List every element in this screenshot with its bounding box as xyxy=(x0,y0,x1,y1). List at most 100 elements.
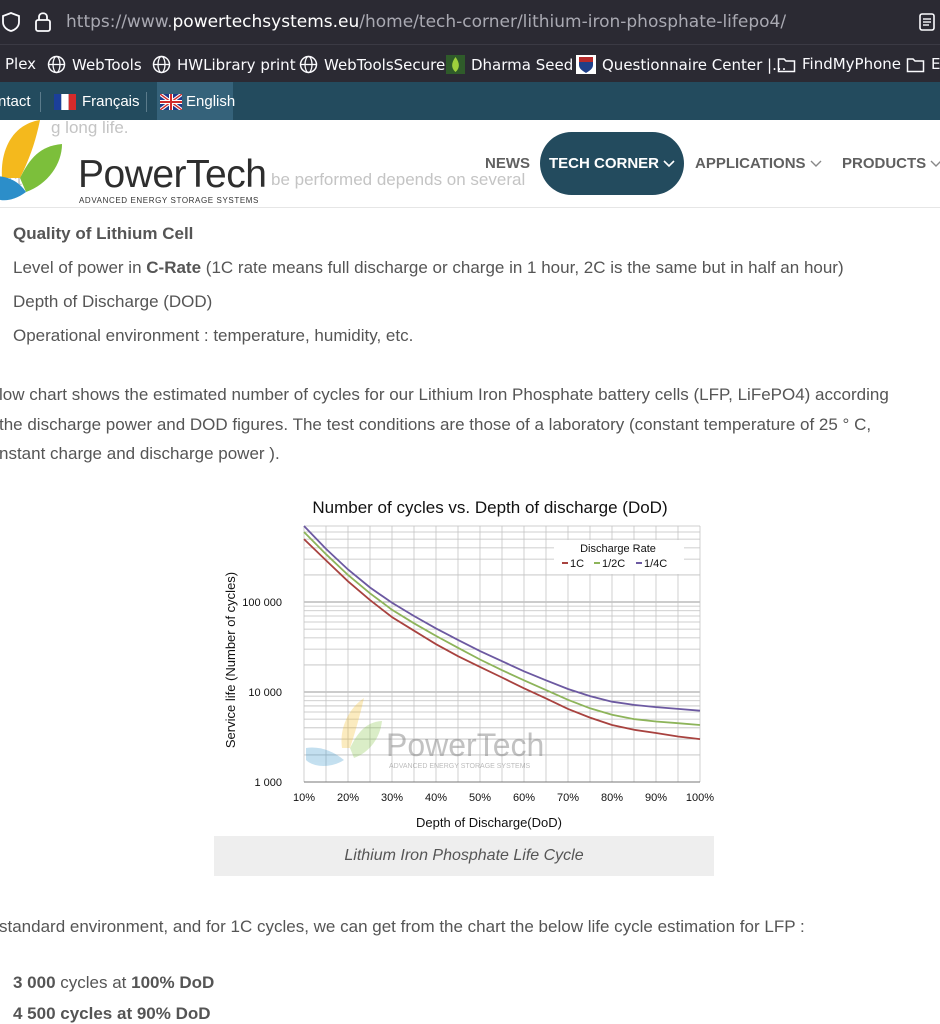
bookmark-webtoolssecure[interactable]: WebToolsSecure xyxy=(299,55,445,74)
divider xyxy=(40,92,41,112)
nav-label: NEWS xyxy=(485,155,530,172)
french-label: Français xyxy=(82,93,140,110)
url-prefix: https://www. xyxy=(66,12,173,32)
nav-products[interactable]: PRODUCTS xyxy=(842,155,940,172)
french-link[interactable]: Français xyxy=(54,93,140,110)
chart-caption: Lithium Iron Phosphate Life Cycle xyxy=(214,836,714,876)
paragraph-line: nstant charge and discharge power ). xyxy=(0,444,280,463)
bookmark-label: FindMyPhone xyxy=(802,55,902,73)
x-tick-label: 80% xyxy=(601,792,623,804)
x-tick-label: 40% xyxy=(425,792,447,804)
x-axis-label: Depth of Discharge(DoD) xyxy=(416,815,562,830)
paragraph-line: the discharge power and DOD figures. The… xyxy=(0,415,872,434)
bookmark-questionnaire[interactable]: Questionnaire Center |... xyxy=(576,55,786,74)
nav-news[interactable]: NEWS xyxy=(485,155,530,172)
contact-label: ntact xyxy=(0,93,31,110)
x-tick-label: 100% xyxy=(686,792,714,804)
legend-entry: 1/2C xyxy=(602,558,625,570)
bookmark-label: WebTools xyxy=(72,55,142,74)
bullet-item-partial: 4 500 cycles at 90% DoD xyxy=(13,1004,211,1023)
y-tick-label: 1 000 xyxy=(254,777,282,789)
bookmark-findmyphone[interactable]: FindMyPhone xyxy=(777,55,901,73)
bookmark-folder-en[interactable]: En xyxy=(906,55,940,73)
paragraph-line: low chart shows the estimated number of … xyxy=(0,385,889,404)
paragraph-line: standard environment, and for 1C cycles,… xyxy=(0,917,805,936)
nav-tech-corner[interactable]: TECH CORNER xyxy=(540,132,684,195)
c-rate-term: C-Rate xyxy=(146,258,202,277)
folder-icon xyxy=(906,57,925,72)
factor-quality: Quality of Lithium Cell xyxy=(13,224,194,243)
chevron-down-icon xyxy=(810,160,822,167)
bookmark-plex[interactable]: Plex xyxy=(5,55,36,73)
bookmark-label: Dharma Seed xyxy=(471,55,574,74)
globe-icon xyxy=(152,55,171,74)
bookmarks-toolbar: Plex WebTools HWLibrary print WebToolsSe… xyxy=(0,44,940,83)
bullet-text: cycles at xyxy=(55,973,132,992)
x-tick-label: 50% xyxy=(469,792,491,804)
leaf-icon xyxy=(446,55,465,74)
legend-entry: 1/4C xyxy=(644,558,667,570)
legend-title: Discharge Rate xyxy=(580,543,656,555)
y-tick-label: 100 000 xyxy=(242,597,282,609)
chevron-down-icon xyxy=(930,160,940,167)
cycle-life-chart: PowerTechADVANCED ENERGY STORAGE SYSTEMS… xyxy=(223,498,714,830)
bookmark-webtools[interactable]: WebTools xyxy=(47,55,142,74)
factor-c-rate: Level of power in C-Rate (1C rate means … xyxy=(13,258,844,278)
nav-label: TECH CORNER xyxy=(548,155,659,172)
watermark-logo xyxy=(306,698,382,766)
english-label: English xyxy=(186,93,236,110)
bullet-item: 3 000 cycles at 100% DoD xyxy=(13,973,214,993)
url-path: /home/tech-corner/lithium-iron-phosphate… xyxy=(359,12,787,32)
logo-tagline: ADVANCED ENERGY STORAGE SYSTEMS xyxy=(79,196,259,205)
globe-icon xyxy=(47,55,66,74)
divider xyxy=(146,92,147,112)
logo-name[interactable]: PowerTech xyxy=(78,153,267,197)
language-bar: ntact Français xyxy=(0,82,940,120)
powertech-logo-icon[interactable] xyxy=(0,118,78,206)
bullet-number: 3 000 xyxy=(13,973,56,992)
x-tick-label: 70% xyxy=(557,792,579,804)
nav-label: PRODUCTS xyxy=(842,155,927,172)
factor-environment: Operational environment : temperature, h… xyxy=(13,326,414,345)
y-tick-label: 10 000 xyxy=(248,687,282,699)
uk-flag-icon xyxy=(160,93,182,110)
browser-url-bar: https://www.powertechsystems.eu/home/tec… xyxy=(0,0,940,44)
x-tick-label: 10% xyxy=(293,792,315,804)
folder-icon xyxy=(777,57,796,72)
x-tick-label: 20% xyxy=(337,792,359,804)
bookmark-label: WebToolsSecure xyxy=(324,55,446,74)
watermark-tagline: ADVANCED ENERGY STORAGE SYSTEMS xyxy=(389,763,531,770)
globe-icon xyxy=(299,55,318,74)
x-tick-label: 30% xyxy=(381,792,403,804)
english-item: English xyxy=(160,93,235,110)
french-flag-icon xyxy=(54,93,76,110)
bookmark-label: HWLibrary print xyxy=(177,55,296,74)
x-tick-label: 90% xyxy=(645,792,667,804)
contact-link[interactable]: ntact xyxy=(0,93,31,110)
bookmark-dharma-seed[interactable]: Dharma Seed xyxy=(446,55,573,74)
chevron-down-icon xyxy=(663,159,675,167)
url-field[interactable]: https://www.powertechsystems.eu/home/tec… xyxy=(66,12,786,32)
factor-dod: Depth of Discharge (DOD) xyxy=(13,292,213,311)
legend-entry: 1C xyxy=(570,558,584,570)
bookmark-hwlibrary[interactable]: HWLibrary print xyxy=(152,55,296,74)
bookmark-label: Plex xyxy=(5,55,37,73)
shield-icon[interactable] xyxy=(2,12,20,32)
university-shield-icon xyxy=(576,55,596,74)
factor-text: Level of power in xyxy=(13,258,142,277)
reader-view-icon[interactable] xyxy=(918,12,936,32)
lock-icon[interactable] xyxy=(34,11,52,32)
watermark-name: PowerTech xyxy=(386,727,544,763)
english-link[interactable]: English xyxy=(157,82,235,120)
y-axis-label: Service life (Number of cycles) xyxy=(223,572,238,748)
nav-label: APPLICATIONS xyxy=(695,155,806,172)
chart-title: Number of cycles vs. Depth of discharge … xyxy=(312,498,667,517)
nav-applications[interactable]: APPLICATIONS xyxy=(695,155,822,172)
ghost-text: be performed depends on several xyxy=(271,170,526,189)
bookmark-label: En xyxy=(931,55,940,73)
factor-text: (1C rate means full discharge or charge … xyxy=(201,258,844,277)
x-tick-label: 60% xyxy=(513,792,535,804)
bullet-dod: 100% DoD xyxy=(131,973,215,992)
bookmark-label: Questionnaire Center |... xyxy=(602,55,787,74)
url-domain: powertechsystems.eu xyxy=(172,12,360,32)
